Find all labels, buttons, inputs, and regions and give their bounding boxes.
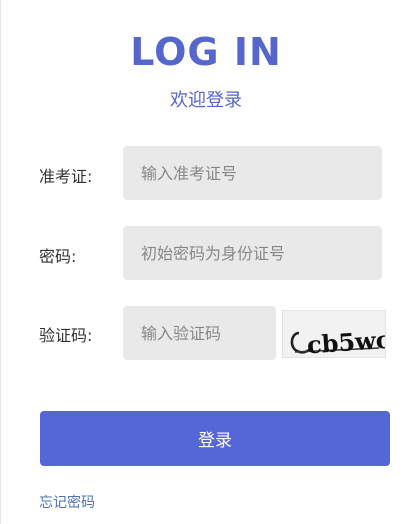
exam-id-label: 准考证:	[39, 167, 93, 186]
captcha-text: cb5wc	[306, 325, 386, 358]
login-button[interactable]: 登录	[40, 411, 390, 466]
password-input[interactable]	[123, 226, 382, 280]
login-page: LOG IN 欢迎登录 准考证: 密码: 验证码: cb5wc 登录 忘记密码	[0, 0, 411, 524]
forgot-password-link[interactable]: 忘记密码	[39, 492, 95, 512]
exam-id-input[interactable]	[123, 146, 382, 200]
password-label: 密码:	[39, 247, 77, 266]
captcha-image[interactable]: cb5wc	[282, 310, 386, 358]
captcha-graphic: cb5wc	[283, 311, 386, 358]
page-subtitle: 欢迎登录	[170, 90, 242, 111]
captcha-label: 验证码:	[39, 326, 93, 345]
captcha-input[interactable]	[123, 306, 276, 360]
page-title: LOG IN	[130, 30, 282, 74]
